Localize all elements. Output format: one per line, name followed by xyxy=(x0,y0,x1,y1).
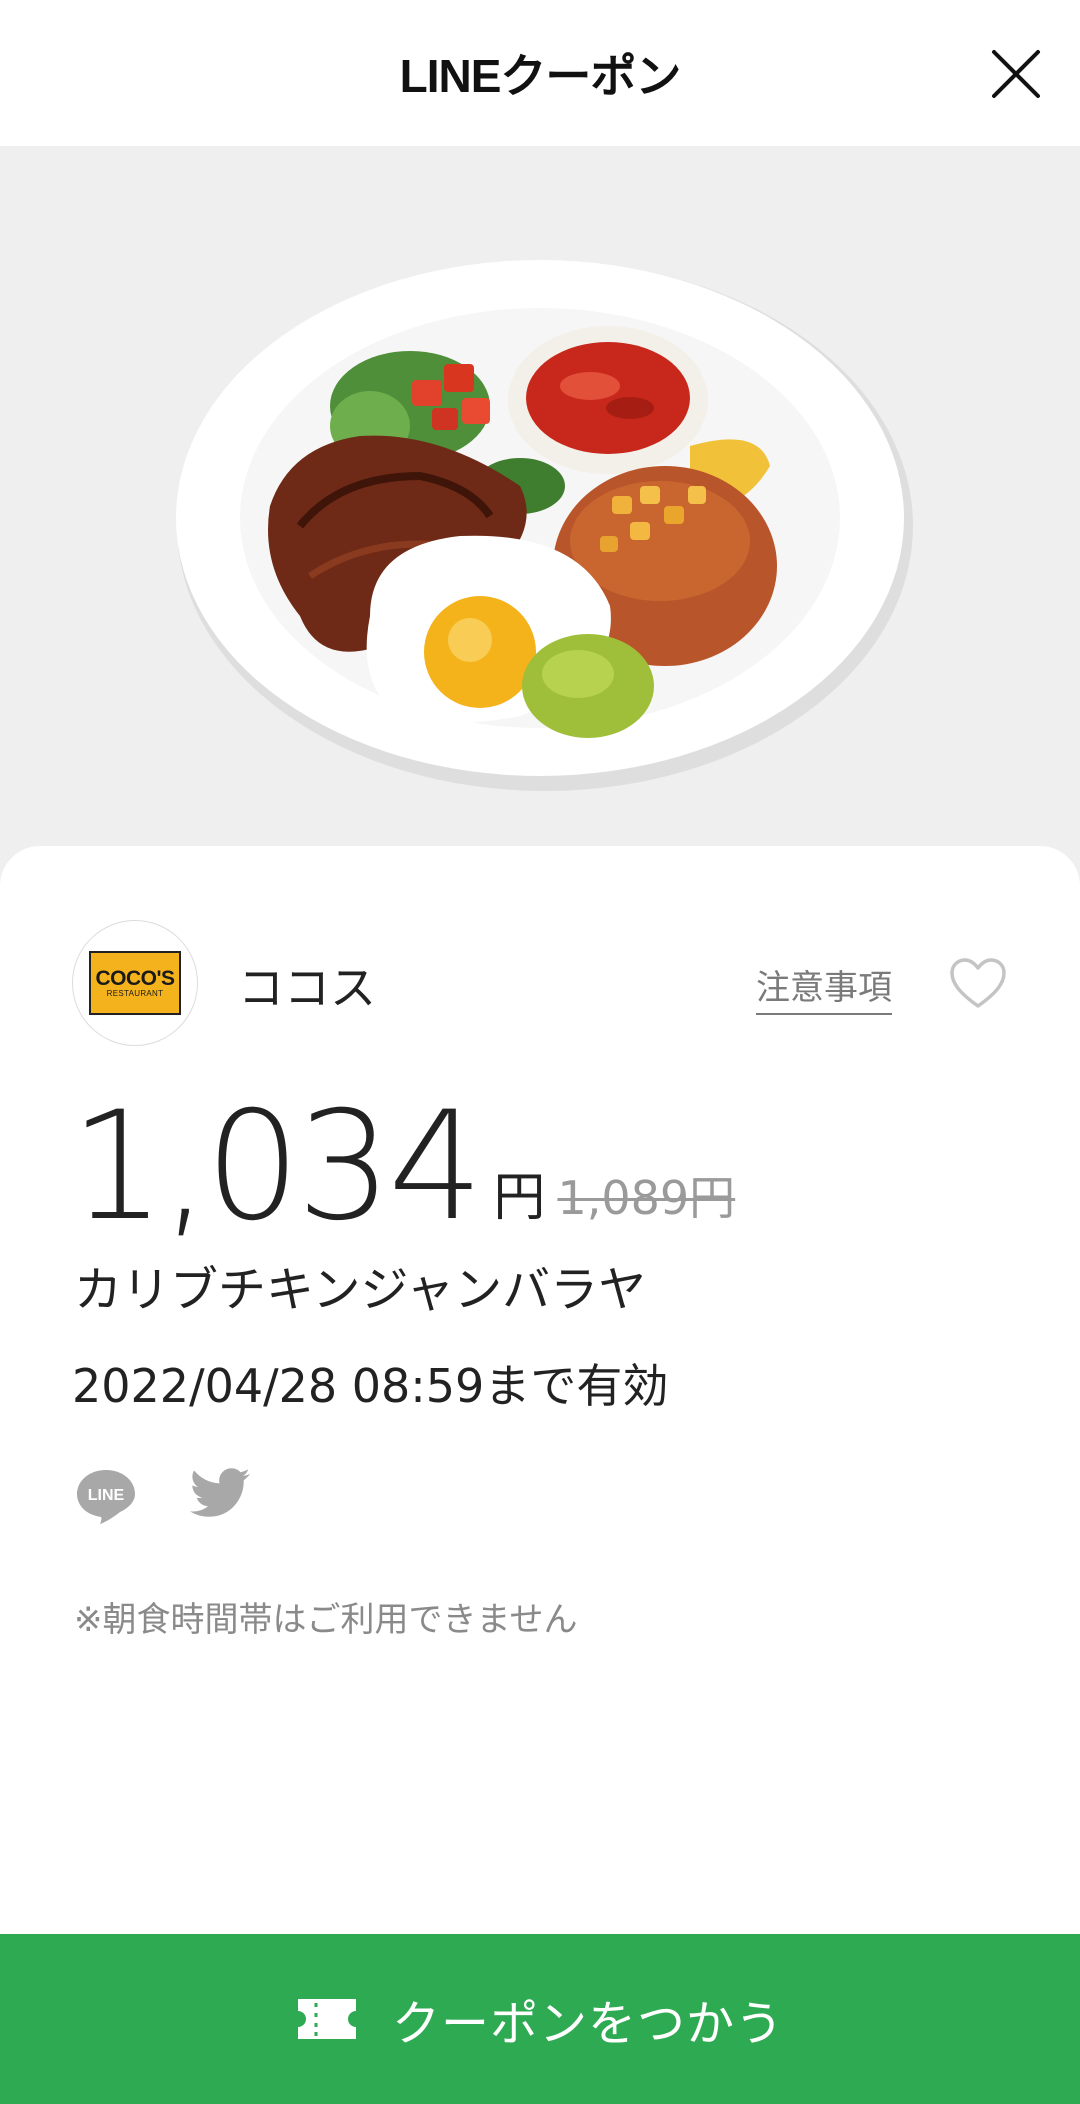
line-share-icon[interactable]: LINE xyxy=(74,1466,138,1526)
product-name: カリブチキンジャンバラヤ xyxy=(74,1262,647,1318)
store-logo-badge: COCO'S RESTAURANT xyxy=(89,951,181,1015)
notes-link[interactable]: 注意事項 xyxy=(756,960,892,1015)
twitter-share-icon[interactable] xyxy=(188,1466,254,1526)
app-header: LINEクーポン xyxy=(0,0,1080,146)
validity-date: 2022/04/28 08:59まで有効 xyxy=(72,1359,669,1413)
original-price: 1,089円 xyxy=(557,1171,736,1225)
close-icon[interactable] xyxy=(986,44,1046,104)
store-logo: COCO'S RESTAURANT xyxy=(72,920,198,1046)
line-share-label: LINE xyxy=(88,1487,125,1504)
store-logo-subtext: RESTAURANT xyxy=(106,988,164,998)
heart-outline-icon[interactable] xyxy=(948,956,1008,1012)
price-unit: 円 xyxy=(493,1168,546,1228)
use-coupon-button[interactable]: クーポンをつかう xyxy=(0,1934,1080,2104)
ticket-icon xyxy=(297,1999,356,2039)
notice-text: ※朝食時間帯はご利用できません xyxy=(74,1600,578,1640)
store-name: ココス xyxy=(238,961,376,1015)
discount-price: 1,034 xyxy=(70,1080,483,1254)
price-row: 1,034 円 1,089円 xyxy=(70,1082,735,1242)
product-image xyxy=(0,146,1080,906)
use-coupon-label: クーポンをつかう xyxy=(391,1996,784,2052)
store-logo-text: COCO'S xyxy=(95,966,175,990)
header-title: LINEクーポン xyxy=(399,50,682,102)
